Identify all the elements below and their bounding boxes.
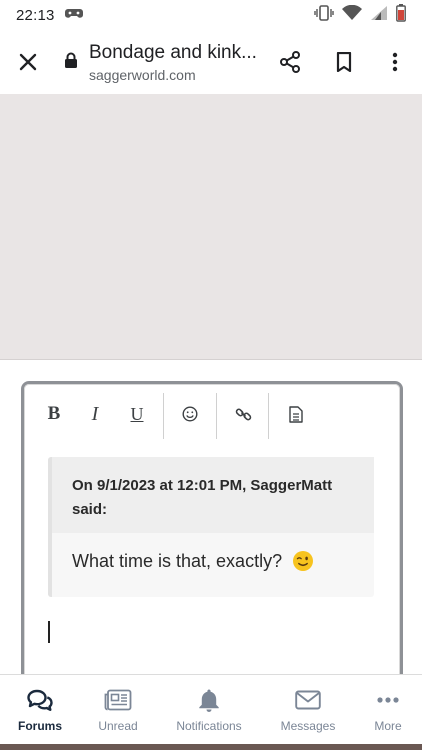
text-cursor xyxy=(48,621,50,643)
winking-face-icon xyxy=(293,551,314,571)
nav-label: Forums xyxy=(17,719,62,733)
nav-item-notifications[interactable]: Notifications xyxy=(168,675,250,745)
underline-button[interactable]: U xyxy=(122,399,152,429)
gamepad-notification-icon xyxy=(64,6,83,24)
page-domain[interactable]: saggerworld.com xyxy=(89,67,196,83)
page-title[interactable]: Bondage and kink... xyxy=(89,42,259,64)
more-dots-icon xyxy=(377,687,399,713)
toolbar-divider xyxy=(163,393,164,439)
bell-icon xyxy=(198,687,220,713)
bottom-navigation: Forums Unread Notifications Messages Mor… xyxy=(0,674,422,744)
italic-button[interactable]: I xyxy=(80,399,110,429)
nav-label: Messages xyxy=(280,719,336,733)
cell-signal-icon xyxy=(370,5,388,25)
formatting-toolbar: B I U xyxy=(25,385,399,445)
nav-item-more[interactable]: More xyxy=(360,675,416,745)
bookmark-icon xyxy=(336,52,352,72)
custom-tab-toolbar: Bondage and kink... saggerworld.com xyxy=(0,30,422,94)
more-vert-icon xyxy=(392,52,398,72)
overflow-menu-button[interactable] xyxy=(377,44,413,80)
battery-low-icon xyxy=(396,4,406,26)
smiley-icon xyxy=(182,406,198,422)
vibrate-icon xyxy=(314,5,334,25)
nav-label: More xyxy=(374,719,402,733)
nav-label: Notifications xyxy=(176,719,242,733)
quote-body: What time is that, exactly? xyxy=(72,550,314,572)
envelope-icon xyxy=(295,687,321,713)
link-icon xyxy=(235,408,251,420)
quote-text: What time is that, exactly? xyxy=(72,550,283,571)
forums-icon xyxy=(27,687,53,713)
close-icon xyxy=(19,53,37,71)
bookmark-button[interactable] xyxy=(326,44,362,80)
lock-icon xyxy=(64,52,80,70)
bold-button[interactable]: B xyxy=(39,399,69,429)
toolbar-divider xyxy=(216,393,217,439)
nav-item-forums[interactable]: Forums xyxy=(10,675,70,745)
nav-item-messages[interactable]: Messages xyxy=(272,675,344,745)
page-content-blank xyxy=(0,94,422,360)
nav-item-unread[interactable]: Unread xyxy=(88,675,148,745)
emoji-button[interactable] xyxy=(175,399,205,429)
status-time: 22:13 xyxy=(16,6,55,24)
close-tab-button[interactable] xyxy=(10,44,46,80)
share-button[interactable] xyxy=(272,44,308,80)
document-icon xyxy=(289,405,303,423)
quote-header: On 9/1/2023 at 12:01 PM, SaggerMatt said… xyxy=(52,457,374,533)
toolbar-divider xyxy=(268,393,269,439)
nav-label: Unread xyxy=(98,719,138,733)
insert-document-button[interactable] xyxy=(281,399,311,429)
share-icon xyxy=(280,51,300,73)
quoted-message[interactable]: On 9/1/2023 at 12:01 PM, SaggerMatt said… xyxy=(48,457,374,597)
link-button[interactable] xyxy=(228,399,258,429)
unread-icon xyxy=(104,687,132,713)
system-nav-edge xyxy=(0,744,422,750)
status-bar: 22:13 xyxy=(0,0,422,30)
wifi-icon xyxy=(342,4,362,25)
